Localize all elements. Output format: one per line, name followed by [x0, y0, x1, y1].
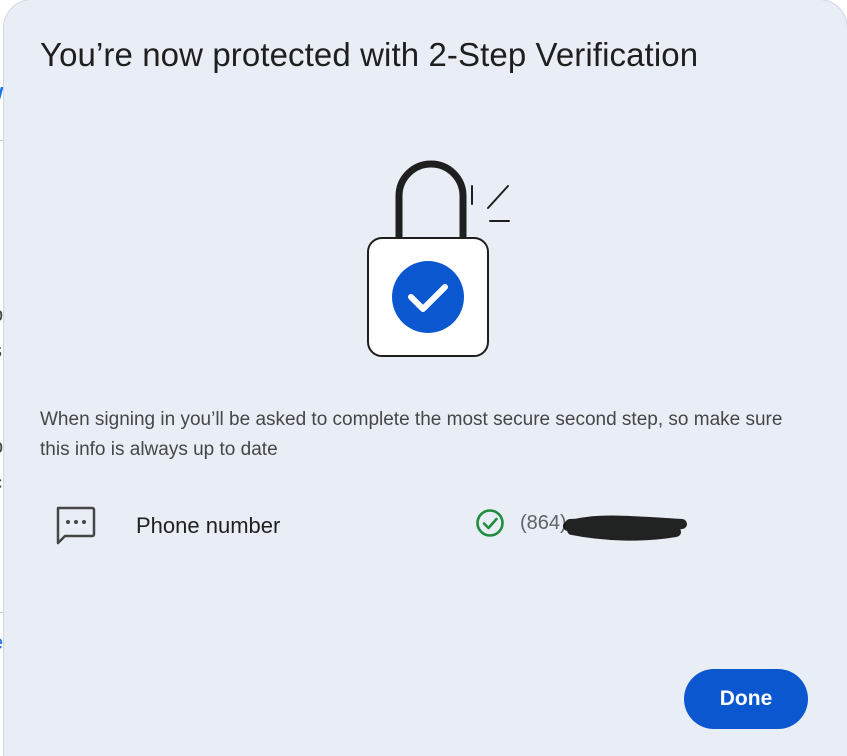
background-text-fragment: e — [0, 632, 3, 655]
background-text-fragment: / — [0, 82, 3, 121]
background-text-fragment: p — [0, 436, 3, 459]
background-text-fragment: p — [0, 304, 3, 327]
confirmation-dialog: You’re now protected with 2-Step Verific… — [4, 0, 847, 756]
phone-number-value: (864) — [520, 512, 567, 534]
phone-number-row: Phone number (864) — [52, 500, 752, 550]
background-text-fragment: s — [0, 340, 2, 363]
sms-message-icon — [56, 506, 96, 545]
check-circle-icon — [476, 509, 504, 537]
background-text-fragment: c — [0, 472, 2, 495]
done-button[interactable]: Done — [684, 669, 808, 729]
redaction-scribble — [563, 515, 687, 541]
dialog-description: When signing in you’ll be asked to compl… — [40, 409, 783, 460]
dialog-title: You’re now protected with 2-Step Verific… — [40, 36, 699, 73]
phone-number-label: Phone number — [136, 513, 281, 538]
padlock-check-illustration — [367, 160, 510, 357]
background-text-fragment: i — [0, 196, 1, 227]
